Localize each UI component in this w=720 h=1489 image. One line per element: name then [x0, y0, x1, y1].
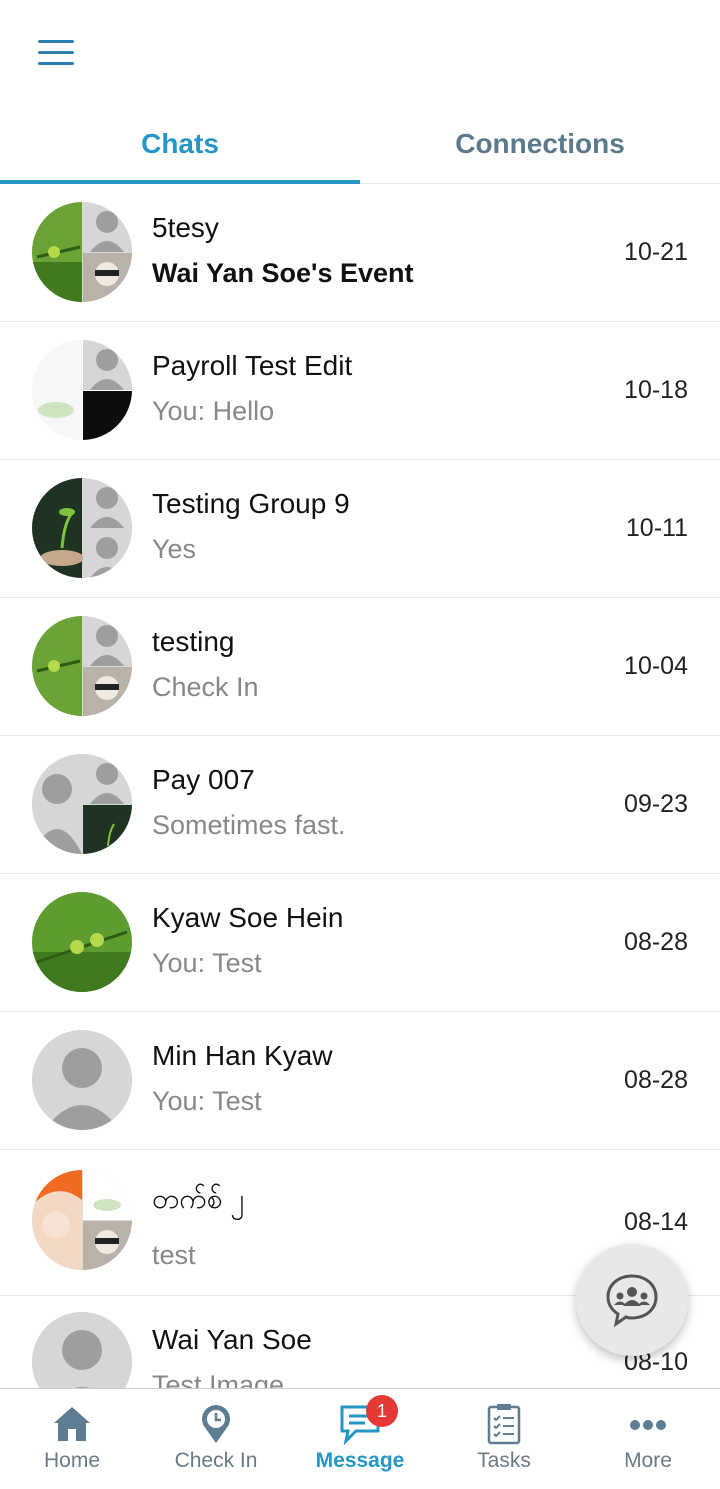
chat-date: 10-11	[625, 514, 688, 542]
top-bar	[0, 0, 720, 110]
nav-message-label: Message	[315, 1449, 405, 1472]
chat-name: Payroll Test Edit	[152, 350, 353, 381]
new-group-chat-button[interactable]	[576, 1244, 688, 1356]
group-avatar	[32, 754, 132, 854]
chat-preview: Sometimes fast.	[152, 810, 346, 840]
chat-preview: Wai Yan Soe's Event	[152, 258, 414, 288]
user-avatar	[32, 892, 132, 992]
group-avatar	[32, 616, 132, 716]
chat-row[interactable]: Min Han Kyaw You: Test 08-28	[0, 1012, 720, 1150]
chat-list[interactable]: 5tesy Wai Yan Soe's Event 10-21 Payroll …	[0, 184, 720, 1388]
nav-more-label: More	[624, 1449, 672, 1472]
chat-row[interactable]: Testing Group 9 Yes 10-11	[0, 460, 720, 598]
home-icon	[54, 1407, 90, 1441]
user-avatar	[32, 1312, 132, 1388]
nav-check-in-label: Check In	[174, 1449, 258, 1472]
chat-row[interactable]: Pay 007 Sometimes fast. 09-23	[0, 736, 720, 874]
chat-name: တက်စ် ၂	[152, 1183, 244, 1214]
chat-preview: You: Test	[152, 948, 262, 978]
chat-name: 5tesy	[152, 212, 219, 243]
location-pin-icon	[202, 1405, 230, 1443]
nav-more[interactable]: More	[576, 1389, 720, 1489]
unread-badge: 1	[366, 1395, 398, 1427]
nav-home-label: Home	[43, 1449, 101, 1472]
group-avatar	[32, 1170, 132, 1270]
nav-message[interactable]: 1 Message	[288, 1389, 432, 1489]
hamburger-icon[interactable]	[38, 40, 74, 66]
user-avatar	[32, 1030, 132, 1130]
tab-connections[interactable]: Connections	[360, 110, 720, 183]
chat-preview: Test Image	[152, 1370, 285, 1388]
more-dots-icon	[630, 1420, 666, 1430]
chat-name: Min Han Kyaw	[152, 1040, 333, 1071]
chat-row[interactable]: 5tesy Wai Yan Soe's Event 10-21	[0, 184, 720, 322]
chat-preview: Check In	[152, 672, 259, 702]
chat-date: 08-28	[624, 928, 688, 956]
chat-row[interactable]: Kyaw Soe Hein You: Test 08-28	[0, 874, 720, 1012]
chat-date: 08-14	[624, 1208, 688, 1236]
chat-preview: test	[152, 1240, 196, 1270]
nav-home[interactable]: Home	[0, 1389, 144, 1489]
chat-date: 10-18	[624, 376, 688, 404]
clipboard-icon	[487, 1404, 521, 1445]
chat-row[interactable]: testing Check In 10-04	[0, 598, 720, 736]
chat-name: Pay 007	[152, 764, 255, 795]
chat-name: testing	[152, 626, 235, 657]
chat-name: Kyaw Soe Hein	[152, 902, 344, 933]
chat-row[interactable]: Payroll Test Edit You: Hello 10-18	[0, 322, 720, 460]
group-avatar	[32, 478, 132, 578]
group-chat-icon	[606, 1274, 658, 1328]
chat-date: 10-04	[624, 652, 688, 680]
bottom-nav: Home Check In 1 Message Tasks More	[0, 1388, 720, 1489]
chat-name: Wai Yan Soe	[152, 1324, 312, 1355]
group-avatar	[32, 340, 132, 440]
nav-tasks[interactable]: Tasks	[432, 1389, 576, 1489]
tab-chats[interactable]: Chats	[0, 110, 360, 183]
nav-tasks-label: Tasks	[477, 1449, 531, 1472]
chat-preview: Yes	[152, 534, 197, 564]
group-avatar	[32, 202, 132, 302]
chat-date: 08-28	[624, 1066, 688, 1094]
tab-bar: Chats Connections	[0, 110, 720, 184]
chat-date: 10-21	[624, 238, 688, 266]
chat-name: Testing Group 9	[152, 488, 350, 519]
chat-preview: You: Hello	[152, 396, 275, 426]
nav-check-in[interactable]: Check In	[144, 1389, 288, 1489]
chat-preview: You: Test	[152, 1086, 262, 1116]
chat-date: 09-23	[624, 790, 688, 818]
